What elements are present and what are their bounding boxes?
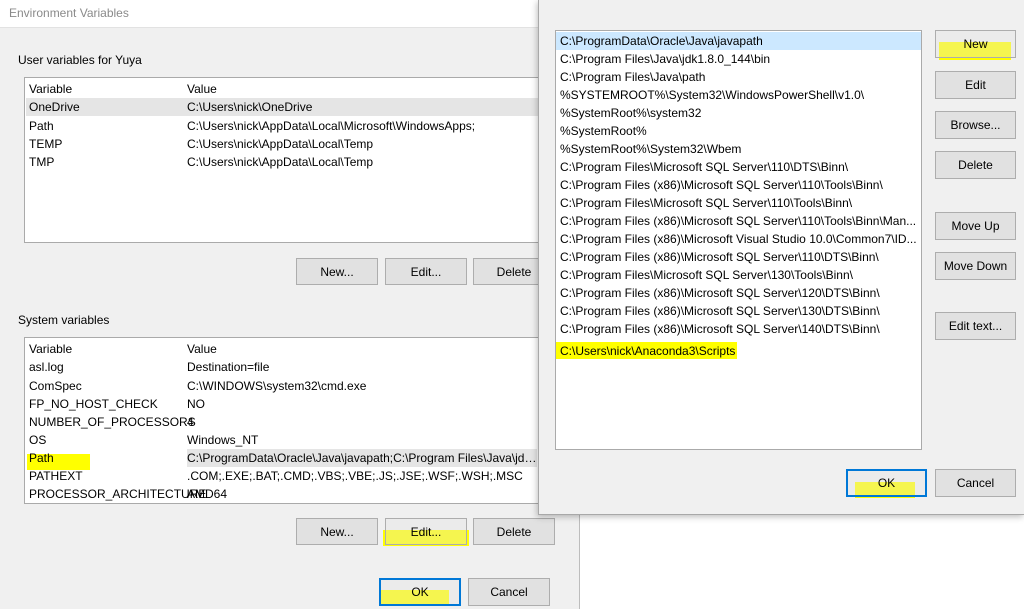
variable-name: asl.log <box>29 360 64 374</box>
list-item[interactable]: C:\Program Files (x86)\Microsoft Visual … <box>556 230 921 248</box>
variable-value: C:\ProgramData\Oracle\Java\javapath;C:\P… <box>187 449 537 467</box>
variable-name: FP_NO_HOST_CHECK <box>29 397 158 411</box>
user-variables-list[interactable]: Variable Value OneDrive C:\Users\nick\On… <box>24 77 580 243</box>
list-item-new-path[interactable]: C:\Users\nick\Anaconda3\Scripts <box>556 342 921 360</box>
variable-name: TEMP <box>29 137 63 151</box>
system-variables-list[interactable]: Variable Value asl.log Destination=file … <box>24 337 540 504</box>
title-bar: Environment Variables <box>0 0 580 28</box>
variable-name: Path <box>29 119 54 133</box>
table-row[interactable]: TMP C:\Users\nick\AppData\Local\Temp <box>26 153 578 171</box>
variable-value: .COM;.EXE;.BAT;.CMD;.VBS;.VBE;.JS;.JSE;.… <box>187 469 523 483</box>
user-edit-button[interactable]: Edit... <box>385 258 467 285</box>
column-header-variable[interactable]: Variable <box>29 80 72 98</box>
path-edit-button[interactable]: Edit <box>935 71 1016 99</box>
table-row[interactable]: OS Windows_NT <box>26 431 538 449</box>
variable-name: PATHEXT <box>29 469 83 483</box>
list-item[interactable]: C:\Program Files\Java\path <box>556 68 921 86</box>
list-item[interactable]: %SystemRoot% <box>556 122 921 140</box>
table-row[interactable]: TEMP C:\Users\nick\AppData\Local\Temp <box>26 135 578 153</box>
variable-name: TMP <box>29 155 55 169</box>
table-row[interactable]: OneDrive C:\Users\nick\OneDrive <box>26 98 578 116</box>
path-entries-list[interactable]: C:\ProgramData\Oracle\Java\javapath C:\P… <box>555 30 922 450</box>
system-delete-button[interactable]: Delete <box>473 518 555 545</box>
path-delete-button[interactable]: Delete <box>935 151 1016 179</box>
list-item[interactable]: C:\Program Files (x86)\Microsoft SQL Ser… <box>556 248 921 266</box>
variable-name: NUMBER_OF_PROCESSORS <box>29 415 196 429</box>
table-row[interactable]: ComSpec C:\WINDOWS\system32\cmd.exe <box>26 377 538 395</box>
user-variables-label: User variables for Yuya <box>18 53 142 67</box>
path-ok-button[interactable]: OK <box>846 469 927 497</box>
list-item[interactable]: %SYSTEMROOT%\System32\WindowsPowerShell\… <box>556 86 921 104</box>
variable-value: NO <box>187 397 205 411</box>
variable-name: OS <box>29 433 47 447</box>
column-header-value[interactable]: Value <box>187 80 537 98</box>
variable-value: 4 <box>187 415 194 429</box>
path-move-down-button[interactable]: Move Down <box>935 252 1016 280</box>
list-item[interactable]: C:\Program Files\Microsoft SQL Server\11… <box>556 158 921 176</box>
system-variables-header: Variable Value <box>26 340 538 358</box>
list-item[interactable]: %SystemRoot%\system32 <box>556 104 921 122</box>
variable-value: AMD64 <box>187 487 228 501</box>
table-row-path[interactable]: Path C:\ProgramData\Oracle\Java\javapath… <box>26 449 538 467</box>
variable-name: ComSpec <box>29 379 82 393</box>
variable-name: PROCESSOR_ARCHITECTURE <box>29 487 207 501</box>
environment-variables-dialog: Environment Variables User variables for… <box>0 0 580 609</box>
env-ok-button[interactable]: OK <box>379 578 461 606</box>
user-new-button[interactable]: New... <box>296 258 378 285</box>
path-browse-button[interactable]: Browse... <box>935 111 1016 139</box>
system-edit-button[interactable]: Edit... <box>385 518 467 545</box>
table-row[interactable]: PATHEXT .COM;.EXE;.BAT;.CMD;.VBS;.VBE;.J… <box>26 467 538 485</box>
path-new-button[interactable]: New <box>935 30 1016 58</box>
system-variables-label: System variables <box>18 313 110 327</box>
system-new-button[interactable]: New... <box>296 518 378 545</box>
column-header-variable[interactable]: Variable <box>29 340 72 358</box>
variable-value: C:\WINDOWS\system32\cmd.exe <box>187 379 367 393</box>
table-row[interactable]: PROCESSOR_ARCHITECTURE AMD64 <box>26 485 538 503</box>
list-item[interactable]: C:\Program Files (x86)\Microsoft SQL Ser… <box>556 212 921 230</box>
list-item[interactable]: C:\Program Files\Microsoft SQL Server\11… <box>556 194 921 212</box>
variable-value: C:\Users\nick\AppData\Local\Microsoft\Wi… <box>187 119 476 133</box>
list-item[interactable]: C:\Program Files (x86)\Microsoft SQL Ser… <box>556 302 921 320</box>
variable-value: C:\Users\nick\AppData\Local\Temp <box>187 137 374 151</box>
table-row[interactable]: FP_NO_HOST_CHECK NO <box>26 395 538 413</box>
table-row[interactable]: NUMBER_OF_PROCESSORS 4 <box>26 413 538 431</box>
list-item[interactable]: %SystemRoot%\System32\Wbem <box>556 140 921 158</box>
path-cancel-button[interactable]: Cancel <box>935 469 1016 497</box>
variable-name: Path <box>29 451 54 465</box>
variable-value: C:\Users\nick\AppData\Local\Temp <box>187 155 374 169</box>
variable-value: C:\Users\nick\OneDrive <box>187 100 313 114</box>
list-item[interactable]: C:\Program Files (x86)\Microsoft SQL Ser… <box>556 284 921 302</box>
variable-value: Windows_NT <box>187 433 259 447</box>
list-item[interactable]: C:\ProgramData\Oracle\Java\javapath <box>556 32 921 50</box>
path-edit-text-button[interactable]: Edit text... <box>935 312 1016 340</box>
list-item[interactable]: C:\Program Files\Java\jdk1.8.0_144\bin <box>556 50 921 68</box>
user-variables-header: Variable Value <box>26 80 578 98</box>
variable-value: Destination=file <box>187 360 270 374</box>
window-title: Environment Variables <box>9 6 129 20</box>
list-item[interactable]: C:\Program Files (x86)\Microsoft SQL Ser… <box>556 320 921 338</box>
table-row[interactable]: asl.log Destination=file <box>26 358 538 376</box>
env-cancel-button[interactable]: Cancel <box>468 578 550 606</box>
list-item[interactable]: C:\Program Files (x86)\Microsoft SQL Ser… <box>556 176 921 194</box>
table-row[interactable]: Path C:\Users\nick\AppData\Local\Microso… <box>26 117 578 135</box>
column-header-value[interactable]: Value <box>187 340 537 358</box>
variable-name: OneDrive <box>29 100 80 114</box>
path-move-up-button[interactable]: Move Up <box>935 212 1016 240</box>
list-item[interactable]: C:\Program Files\Microsoft SQL Server\13… <box>556 266 921 284</box>
